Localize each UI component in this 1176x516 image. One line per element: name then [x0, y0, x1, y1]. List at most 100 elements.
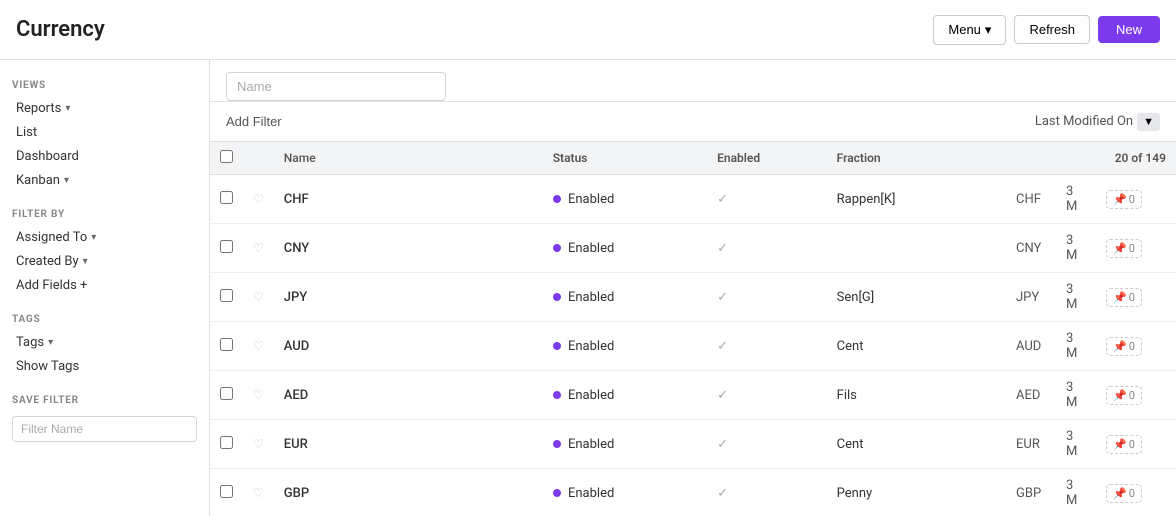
row-name[interactable]: CNY [274, 224, 543, 273]
status-dot [553, 244, 561, 252]
sidebar-item-add-fields[interactable]: Add Fields + [12, 274, 197, 297]
row-checkbox-cell [210, 175, 243, 224]
search-input[interactable] [226, 72, 446, 101]
save-filter-label: SAVE FILTER [12, 395, 197, 406]
row-checkbox[interactable] [220, 191, 233, 204]
count-badge[interactable]: 📌 0 [1106, 386, 1142, 405]
row-name[interactable]: AUD [274, 322, 543, 371]
menu-button[interactable]: Menu ▾ [933, 15, 1006, 45]
row-name[interactable]: CHF [274, 175, 543, 224]
col-enabled: Enabled [707, 142, 827, 175]
table-container: Name Status Enabled Fraction 20 of 149 ♡… [210, 142, 1176, 516]
row-checkbox[interactable] [220, 436, 233, 449]
row-name[interactable]: JPY [274, 273, 543, 322]
sidebar-item-dashboard-label: Dashboard [16, 149, 79, 164]
row-status: Enabled [543, 175, 707, 224]
heart-icon[interactable]: ♡ [253, 437, 264, 451]
row-checkbox-cell [210, 273, 243, 322]
count-badge[interactable]: 📌 0 [1106, 239, 1142, 258]
heart-icon[interactable]: ♡ [253, 486, 264, 500]
heart-icon[interactable]: ♡ [253, 290, 264, 304]
sidebar-item-dashboard[interactable]: Dashboard [12, 145, 197, 168]
check-icon: ✓ [717, 486, 728, 501]
row-name[interactable]: GBP [274, 469, 543, 516]
status-dot [553, 391, 561, 399]
table-row: ♡ JPY Enabled ✓ Sen[G] JPY 3 M 📌 0 [210, 273, 1176, 322]
row-period: 3 M [1056, 371, 1096, 420]
table-row: ♡ CHF Enabled ✓ Rappen[K] CHF 3 M 📌 0 [210, 175, 1176, 224]
row-checkbox[interactable] [220, 338, 233, 351]
row-status: Enabled [543, 224, 707, 273]
status-label: Enabled [568, 486, 614, 501]
app-header: Currency Menu ▾ Refresh New [0, 0, 1176, 60]
row-name[interactable]: EUR [274, 420, 543, 469]
add-filter-button[interactable]: Add Filter [226, 110, 282, 133]
sidebar-item-created-by[interactable]: Created By ▾ [12, 250, 197, 273]
row-enabled: ✓ [707, 224, 827, 273]
count-badge[interactable]: 📌 0 [1106, 190, 1142, 209]
row-period: 3 M [1056, 469, 1096, 516]
filter-by-section-label: FILTER BY [12, 209, 197, 220]
new-button[interactable]: New [1098, 16, 1160, 43]
row-enabled: ✓ [707, 273, 827, 322]
header-actions: Menu ▾ Refresh New [933, 15, 1160, 45]
row-checkbox-cell [210, 322, 243, 371]
row-fav-cell: ♡ [243, 469, 274, 516]
count-value: 0 [1129, 193, 1135, 206]
row-code: GBP [1006, 469, 1056, 516]
tags-section-label: TAGS [12, 314, 197, 325]
currency-table: Name Status Enabled Fraction 20 of 149 ♡… [210, 142, 1176, 516]
select-all-checkbox[interactable] [220, 150, 233, 163]
row-fav-cell: ♡ [243, 175, 274, 224]
col-checkbox [210, 142, 243, 175]
row-checkbox-cell [210, 224, 243, 273]
row-name[interactable]: AED [274, 371, 543, 420]
row-fraction: Cent [827, 420, 1006, 469]
row-code: CNY [1006, 224, 1056, 273]
table-row: ♡ AUD Enabled ✓ Cent AUD 3 M 📌 0 [210, 322, 1176, 371]
col-status: Status [543, 142, 707, 175]
row-count-cell: 📌 0 [1096, 420, 1176, 469]
row-count-cell: 📌 0 [1096, 175, 1176, 224]
row-period: 3 M [1056, 420, 1096, 469]
row-checkbox[interactable] [220, 289, 233, 302]
count-badge[interactable]: 📌 0 [1106, 484, 1142, 503]
sidebar-item-kanban[interactable]: Kanban ▾ [12, 169, 197, 192]
chevron-icon-reports: ▾ [65, 103, 70, 114]
row-checkbox-cell [210, 371, 243, 420]
sidebar-item-tags[interactable]: Tags ▾ [12, 331, 197, 354]
row-status: Enabled [543, 273, 707, 322]
check-icon: ✓ [717, 192, 728, 207]
sidebar-item-assigned-to[interactable]: Assigned To ▾ [12, 226, 197, 249]
sort-button[interactable]: ▼ [1137, 113, 1160, 131]
filter-name-input[interactable] [12, 416, 197, 442]
heart-icon[interactable]: ♡ [253, 339, 264, 353]
col-fav [243, 142, 274, 175]
heart-icon[interactable]: ♡ [253, 192, 264, 206]
row-checkbox[interactable] [220, 240, 233, 253]
pin-icon: 📌 [1113, 487, 1127, 500]
pin-icon: 📌 [1113, 340, 1127, 353]
pin-icon: 📌 [1113, 291, 1127, 304]
count-value: 0 [1129, 242, 1135, 255]
col-name: Name [274, 142, 543, 175]
count-badge[interactable]: 📌 0 [1106, 337, 1142, 356]
body-layout: VIEWS Reports ▾ List Dashboard Kanban ▾ … [0, 60, 1176, 516]
chevron-icon-created-by: ▾ [83, 256, 88, 267]
filter-row: Add Filter Last Modified On ▼ [210, 102, 1176, 142]
row-checkbox[interactable] [220, 387, 233, 400]
sidebar-item-show-tags[interactable]: Show Tags [12, 355, 197, 378]
heart-icon[interactable]: ♡ [253, 241, 264, 255]
chevron-down-icon: ▾ [985, 22, 992, 38]
sidebar-item-reports[interactable]: Reports ▾ [12, 97, 197, 120]
count-badge[interactable]: 📌 0 [1106, 435, 1142, 454]
sidebar-item-list[interactable]: List [12, 121, 197, 144]
count-badge[interactable]: 📌 0 [1106, 288, 1142, 307]
heart-icon[interactable]: ♡ [253, 388, 264, 402]
row-code: EUR [1006, 420, 1056, 469]
count-value: 0 [1129, 340, 1135, 353]
row-checkbox[interactable] [220, 485, 233, 498]
pin-icon: 📌 [1113, 389, 1127, 402]
refresh-button[interactable]: Refresh [1014, 15, 1090, 44]
row-count-cell: 📌 0 [1096, 371, 1176, 420]
